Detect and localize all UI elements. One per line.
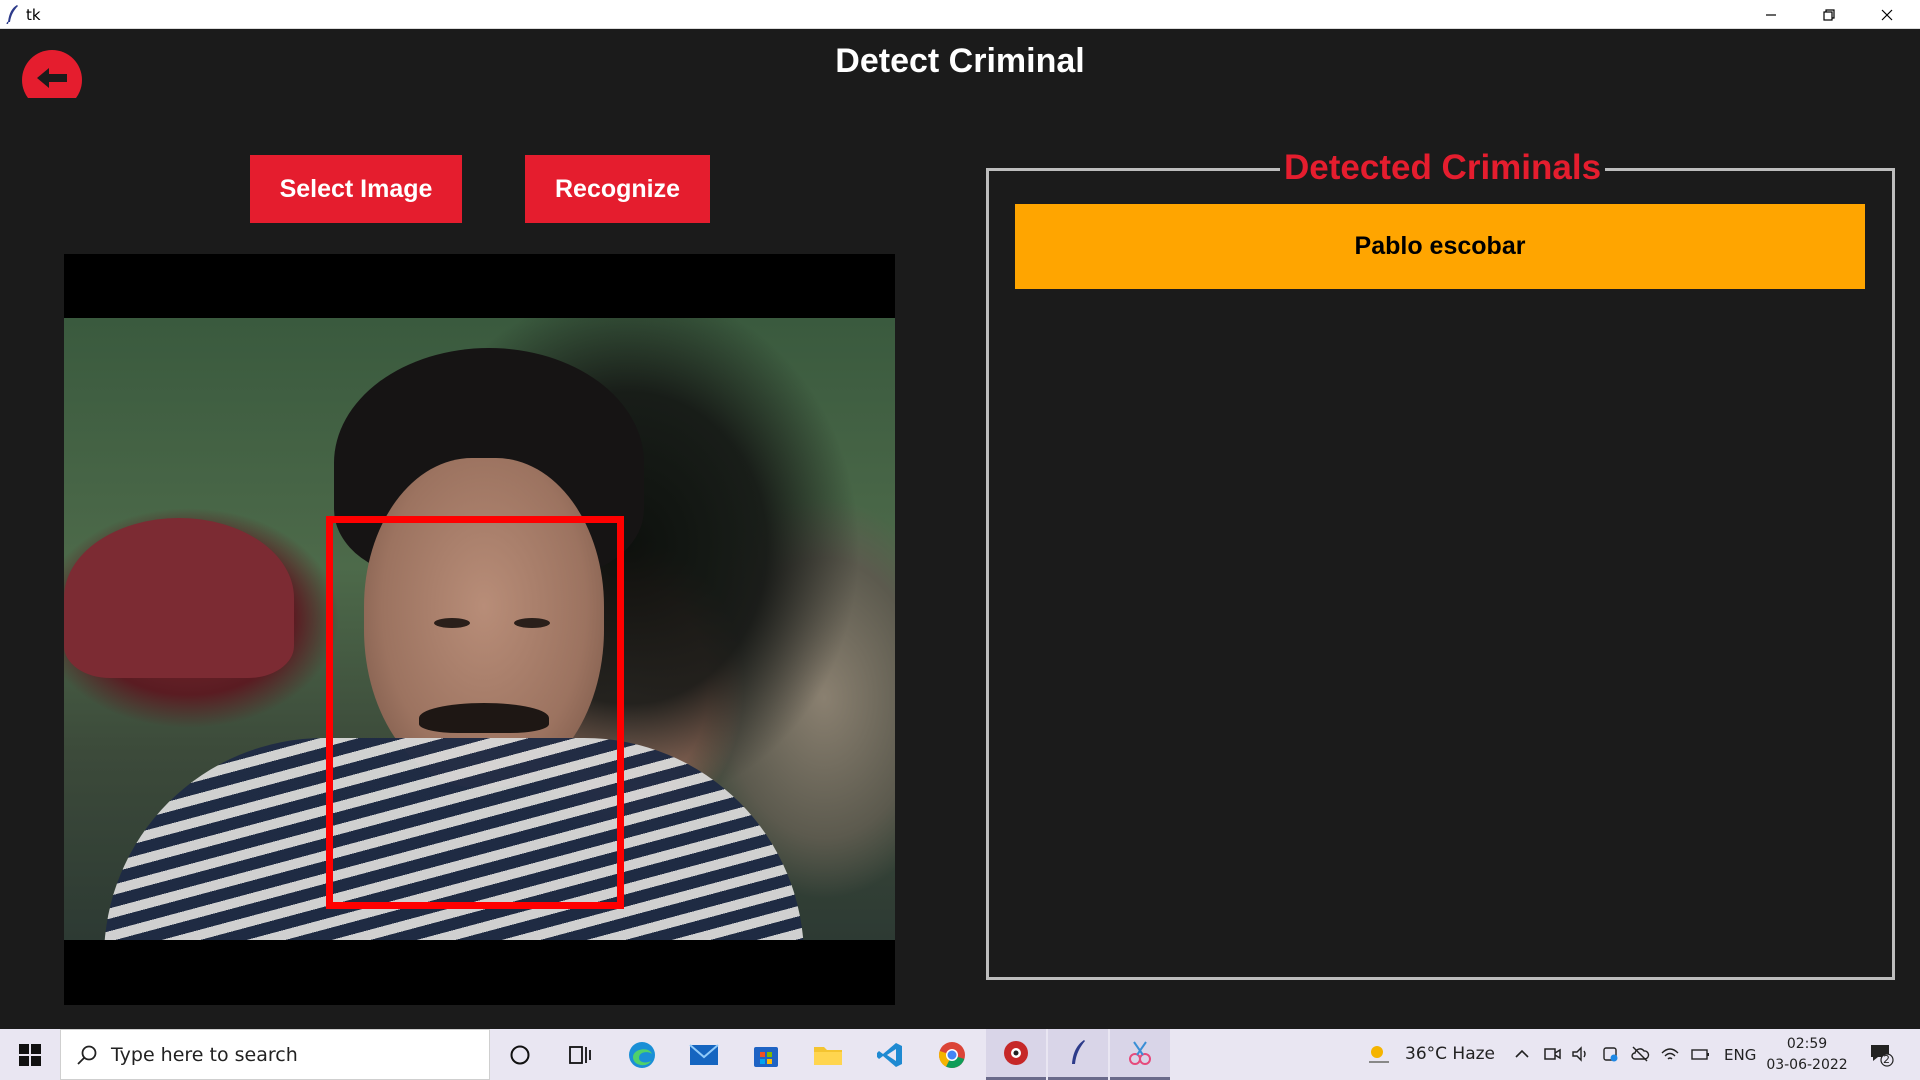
clock-time: 02:59 bbox=[1786, 1036, 1828, 1052]
notification-count: 2 bbox=[1883, 1053, 1890, 1066]
detected-criminals-frame bbox=[986, 168, 1895, 980]
start-button[interactable] bbox=[0, 1029, 60, 1080]
weather-text[interactable]: 36°C Haze bbox=[1405, 1044, 1495, 1064]
chrome-icon bbox=[939, 1041, 965, 1068]
suspect-photo bbox=[64, 318, 895, 940]
snipping-tool-button[interactable] bbox=[1110, 1029, 1170, 1080]
mail-button[interactable] bbox=[674, 1029, 734, 1080]
close-button[interactable] bbox=[1858, 0, 1916, 29]
image-preview bbox=[64, 254, 895, 1005]
taskbar-search-box[interactable]: Type here to search bbox=[60, 1029, 490, 1080]
restore-icon bbox=[1823, 8, 1835, 21]
page-title: Detect Criminal bbox=[835, 42, 1085, 80]
wifi-icon[interactable] bbox=[1660, 1044, 1680, 1064]
minimize-icon bbox=[1766, 13, 1776, 16]
edge-icon bbox=[629, 1041, 655, 1068]
windows-taskbar: Type here to search 36°C Haze ENG 02:59 … bbox=[0, 1029, 1920, 1080]
photo-background-figure bbox=[64, 518, 294, 678]
store-icon bbox=[754, 1046, 778, 1067]
restore-button[interactable] bbox=[1800, 0, 1858, 29]
weather-icon[interactable] bbox=[1365, 1042, 1393, 1066]
red-app-icon bbox=[1004, 1041, 1028, 1065]
edge-button[interactable] bbox=[612, 1029, 672, 1080]
window-title: tk bbox=[26, 6, 41, 24]
app-button-red[interactable] bbox=[986, 1029, 1046, 1080]
detected-criminal-item[interactable]: Pablo escobar bbox=[1015, 204, 1865, 289]
tk-feather-icon bbox=[6, 5, 18, 24]
snipping-tool-icon bbox=[1129, 1041, 1151, 1065]
tk-python-button[interactable] bbox=[1048, 1029, 1108, 1080]
meet-now-icon[interactable] bbox=[1542, 1044, 1562, 1064]
window-titlebar: tk bbox=[0, 0, 1920, 29]
detected-criminals-label: Detected Criminals bbox=[1280, 148, 1606, 188]
tk-feather-icon-taskbar bbox=[1072, 1040, 1085, 1064]
recognize-button[interactable]: Recognize bbox=[525, 155, 710, 223]
mail-icon bbox=[689, 1043, 719, 1065]
clock[interactable]: 02:59 03-06-2022 bbox=[1762, 1034, 1852, 1076]
task-view-icon bbox=[569, 1045, 591, 1064]
minimize-button[interactable] bbox=[1742, 0, 1800, 29]
cortana-icon bbox=[510, 1045, 530, 1064]
select-image-button[interactable]: Select Image bbox=[250, 155, 462, 223]
chrome-button[interactable] bbox=[922, 1029, 982, 1080]
file-explorer-button[interactable] bbox=[798, 1029, 858, 1080]
windows-logo-icon bbox=[19, 1043, 41, 1066]
clock-date: 03-06-2022 bbox=[1766, 1057, 1848, 1073]
vscode-icon bbox=[877, 1042, 902, 1067]
task-view-button[interactable] bbox=[550, 1029, 610, 1080]
folder-icon bbox=[814, 1046, 842, 1065]
close-icon bbox=[1881, 9, 1893, 20]
store-button[interactable] bbox=[736, 1029, 796, 1080]
search-icon bbox=[77, 1045, 97, 1065]
chevron-up-icon[interactable] bbox=[1512, 1044, 1532, 1064]
battery-icon[interactable] bbox=[1690, 1044, 1710, 1064]
cortana-button[interactable] bbox=[490, 1029, 550, 1080]
search-placeholder: Type here to search bbox=[111, 1044, 298, 1066]
volume-icon[interactable] bbox=[1570, 1044, 1590, 1064]
onedrive-status-icon[interactable] bbox=[1600, 1044, 1620, 1064]
notification-icon[interactable] bbox=[1868, 1041, 1894, 1067]
cloud-off-icon[interactable] bbox=[1630, 1044, 1650, 1064]
language-indicator[interactable]: ENG bbox=[1724, 1046, 1756, 1064]
face-detection-box bbox=[326, 516, 624, 909]
vscode-button[interactable] bbox=[860, 1029, 920, 1080]
